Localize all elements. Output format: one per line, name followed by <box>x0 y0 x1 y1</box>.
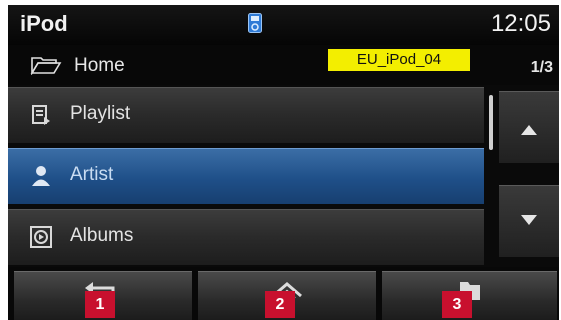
album-icon <box>30 226 52 248</box>
callout-badge-2: 2 <box>265 291 295 318</box>
breadcrumb-label: Home <box>74 55 125 76</box>
clock: 12:05 <box>490 10 551 37</box>
scroll-up-button[interactable] <box>499 91 559 163</box>
page-indicator: 1/3 <box>530 59 553 76</box>
status-bar: iPod 12:05 <box>8 5 559 45</box>
list-item-artist[interactable]: Artist <box>8 148 484 204</box>
ipod-screen: iPod 12:05 Home EU_iPod_04 1/3 Playlist <box>8 5 559 320</box>
app-title: iPod <box>20 11 68 36</box>
list-item-playlist[interactable]: Playlist <box>8 87 484 143</box>
scroll-up-icon <box>521 125 537 135</box>
callout-badge-3: 3 <box>442 291 472 318</box>
scroll-down-icon <box>521 215 537 225</box>
list-item-label: Albums <box>70 225 134 246</box>
playlist-icon <box>32 105 50 125</box>
folder-open-icon <box>30 57 62 75</box>
list-item-albums[interactable]: Albums <box>8 209 484 265</box>
screen-id-tag: EU_iPod_04 <box>328 49 470 71</box>
scroll-down-button[interactable] <box>499 185 559 257</box>
breadcrumb: Home EU_iPod_04 1/3 <box>8 45 559 85</box>
menu-list: Playlist Artist Albums <box>8 87 484 270</box>
list-item-label: Playlist <box>70 103 131 124</box>
ipod-device-icon <box>248 13 262 33</box>
callout-badge-1: 1 <box>85 291 115 318</box>
scrollbar[interactable] <box>489 95 493 150</box>
artist-icon <box>32 166 50 186</box>
list-item-label: Artist <box>70 164 114 185</box>
